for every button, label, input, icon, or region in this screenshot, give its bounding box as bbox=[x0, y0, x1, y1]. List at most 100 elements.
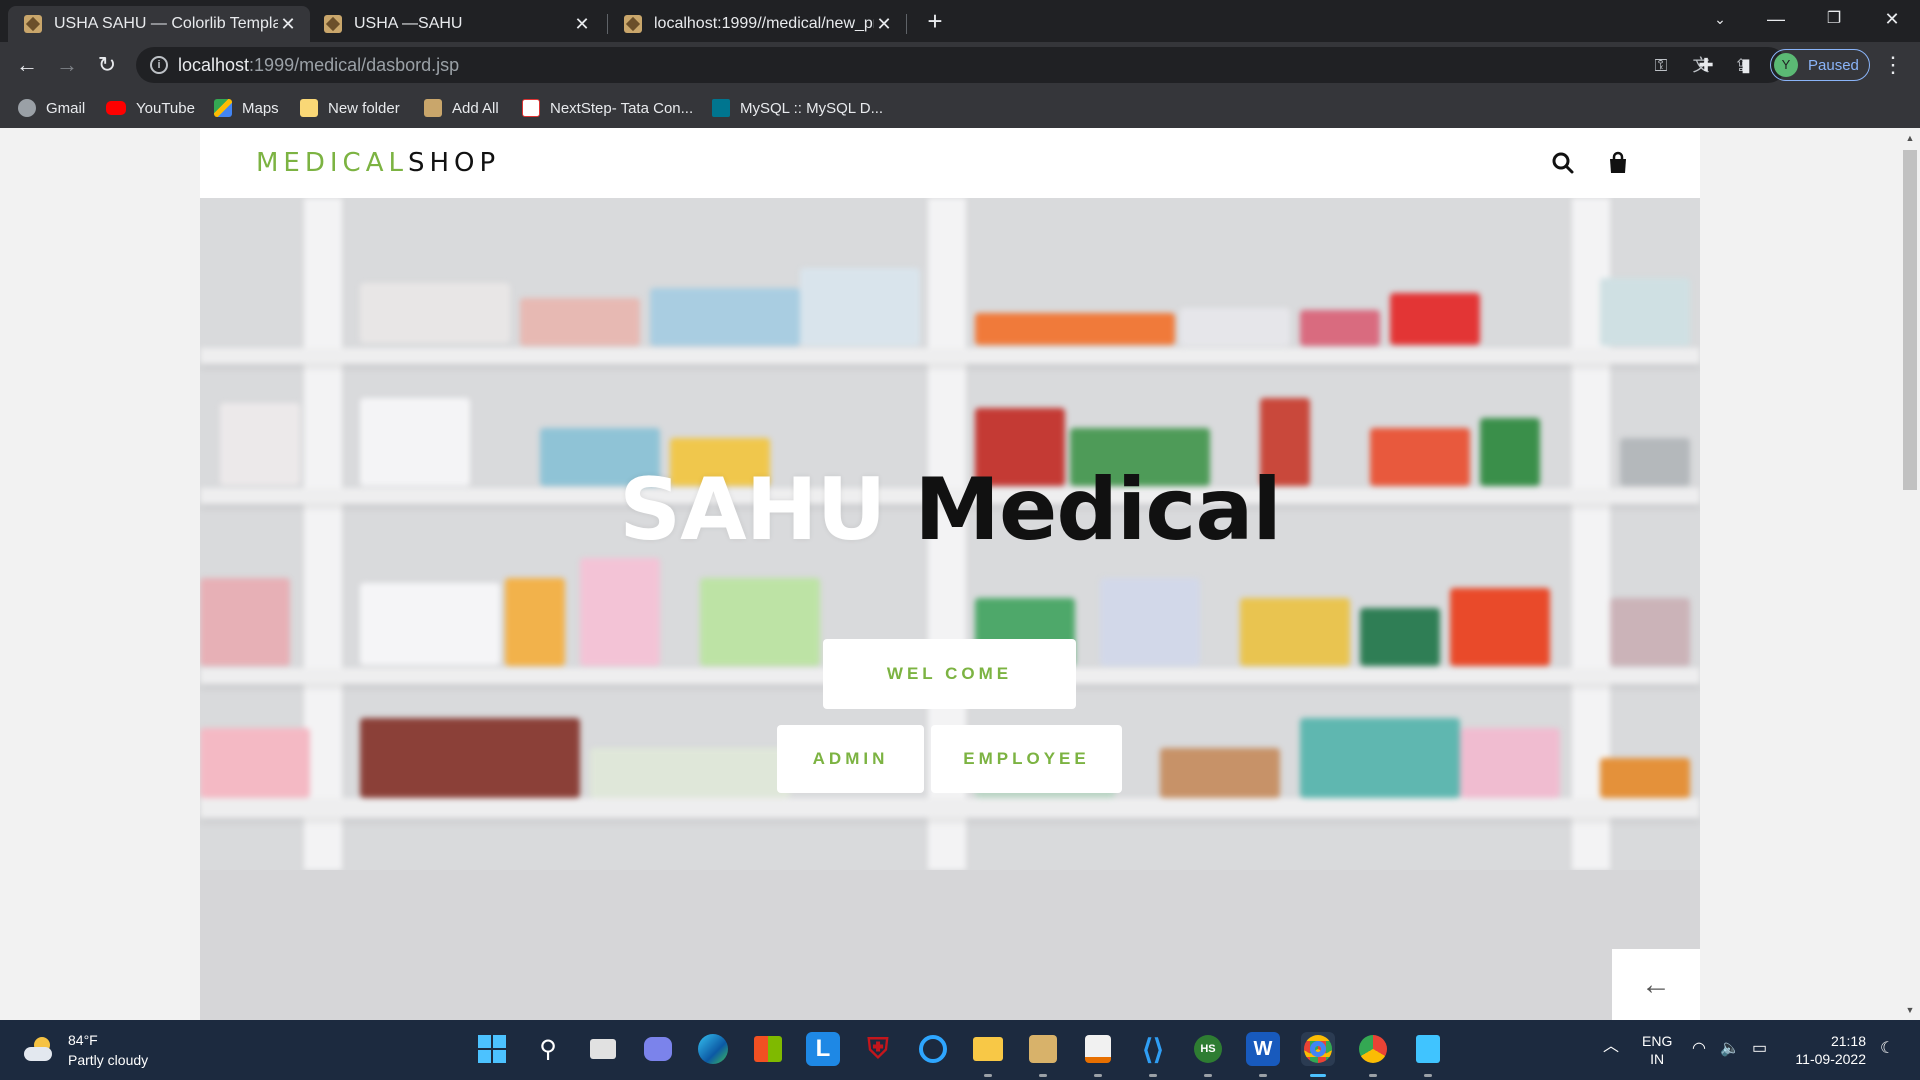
admin-button[interactable]: ADMIN bbox=[777, 725, 924, 793]
volume-icon[interactable]: 🔈 bbox=[1720, 1040, 1740, 1058]
tab-title: USHA SAHU — Colorlib Template bbox=[54, 15, 278, 32]
running-indicator bbox=[1149, 1074, 1157, 1077]
site-favicon-icon bbox=[24, 15, 42, 33]
side-panel-icon[interactable]: ▮ bbox=[1734, 53, 1758, 77]
globe-icon bbox=[18, 99, 36, 117]
back-icon[interactable]: ← bbox=[12, 50, 42, 80]
running-indicator bbox=[1204, 1074, 1212, 1077]
start-icon[interactable] bbox=[475, 1032, 509, 1066]
close-icon[interactable]: ✕ bbox=[572, 14, 592, 35]
tab-search-icon[interactable]: ⌄ bbox=[1692, 0, 1748, 40]
mysql-icon bbox=[712, 99, 730, 117]
bookmark-new-folder[interactable]: New folder bbox=[300, 96, 400, 120]
tab-separator bbox=[906, 14, 907, 34]
page-viewport: MEDICALSHOP SAHU Medical WEL COME ADMIN … bbox=[0, 128, 1900, 1020]
running-indicator bbox=[984, 1074, 992, 1077]
chat-icon[interactable] bbox=[641, 1032, 675, 1066]
site-header: MEDICALSHOP bbox=[200, 128, 1700, 198]
close-icon[interactable]: ✕ bbox=[278, 14, 298, 35]
bookmark-youtube[interactable]: YouTube bbox=[106, 96, 195, 120]
chrome-profile-icon[interactable] bbox=[1356, 1032, 1390, 1066]
site-favicon-icon bbox=[324, 15, 342, 33]
tab-strip: USHA SAHU — Colorlib Template ✕ USHA —SA… bbox=[0, 0, 1920, 42]
clock[interactable]: 21:18 11-09-2022 bbox=[1790, 1032, 1866, 1068]
weather-widget[interactable]: 84°F Partly cloudy bbox=[24, 1030, 148, 1070]
reload-icon[interactable]: ↻ bbox=[92, 50, 122, 80]
scroll-down-icon[interactable]: ▼ bbox=[1900, 1002, 1920, 1018]
cortana-icon[interactable] bbox=[916, 1032, 950, 1066]
profile-button[interactable]: Y Paused bbox=[1770, 49, 1870, 81]
partly-cloudy-icon bbox=[24, 1037, 54, 1063]
employee-button[interactable]: EMPLOYEE bbox=[931, 725, 1122, 793]
browser-menu-icon[interactable]: ⋮ bbox=[1880, 50, 1906, 80]
new-tab-button[interactable]: + bbox=[920, 6, 950, 36]
welcome-button[interactable]: WEL COME bbox=[823, 639, 1076, 709]
url-text[interactable]: localhost:1999/medical/dasbord.jsp bbox=[178, 55, 459, 76]
search-icon[interactable]: ⚲ bbox=[531, 1032, 565, 1066]
java-icon[interactable] bbox=[1081, 1032, 1115, 1066]
windows-taskbar: 84°F Partly cloudy ⚲ L ⛨ ⟨⟩ HS W ︿ ENG I… bbox=[0, 1020, 1920, 1080]
notepad-icon[interactable] bbox=[1411, 1032, 1445, 1066]
mcafee-icon[interactable]: ⛨ bbox=[861, 1032, 895, 1066]
running-indicator bbox=[1369, 1074, 1377, 1077]
task-view-icon[interactable] bbox=[586, 1032, 620, 1066]
password-key-icon[interactable]: ⚿ bbox=[1650, 55, 1672, 77]
scroll-up-icon[interactable]: ▲ bbox=[1900, 130, 1920, 146]
address-bar[interactable]: i localhost:1999/medical/dasbord.jsp ⚿ 文… bbox=[136, 47, 1789, 83]
bookmark-nextstep[interactable]: NextStep- Tata Con... bbox=[522, 96, 693, 120]
word-icon[interactable]: W bbox=[1246, 1032, 1280, 1066]
notifications-icon[interactable]: ☾ bbox=[1880, 1040, 1894, 1058]
site-container: MEDICALSHOP SAHU Medical WEL COME ADMIN … bbox=[200, 128, 1700, 1020]
counter-surface bbox=[200, 870, 1700, 1020]
running-indicator bbox=[1039, 1074, 1047, 1077]
extensions-icon[interactable]: ✚ bbox=[1694, 53, 1718, 77]
running-indicator bbox=[1259, 1074, 1267, 1077]
site-logo[interactable]: MEDICALSHOP bbox=[256, 148, 500, 178]
page-scrollbar[interactable]: ▲ ▼ bbox=[1900, 128, 1920, 1020]
youtube-icon bbox=[106, 101, 126, 115]
active-indicator bbox=[1310, 1074, 1326, 1077]
scrollbar-thumb[interactable] bbox=[1903, 150, 1917, 490]
bookmark-gmail[interactable]: Gmail bbox=[18, 96, 85, 120]
show-hidden-icons-icon[interactable]: ︿ bbox=[1603, 1038, 1619, 1056]
chrome-icon[interactable] bbox=[1301, 1032, 1335, 1066]
tab-usha-sahu[interactable]: USHA —SAHU ✕ bbox=[308, 6, 604, 42]
app-l-icon[interactable]: L bbox=[806, 1032, 840, 1066]
hs-app-icon[interactable]: HS bbox=[1191, 1032, 1225, 1066]
restore-icon[interactable]: ❐ bbox=[1806, 0, 1862, 40]
edge-icon[interactable] bbox=[696, 1032, 730, 1066]
bookmark-mysql[interactable]: MySQL :: MySQL D... bbox=[712, 96, 883, 120]
tab-title: localhost:1999//medical/new_pro bbox=[654, 15, 874, 32]
tab-title: USHA —SAHU bbox=[354, 15, 463, 32]
profile-status: Paused bbox=[1808, 56, 1859, 74]
running-indicator bbox=[1094, 1074, 1102, 1077]
close-icon[interactable]: ✕ bbox=[874, 14, 894, 35]
maps-icon bbox=[214, 99, 232, 117]
tab-usha-sahu-colorlib[interactable]: USHA SAHU — Colorlib Template ✕ bbox=[8, 6, 310, 42]
bookmarks-bar: Gmail YouTube Maps New folder Add All Ne… bbox=[0, 88, 1920, 128]
site-favicon-icon bbox=[624, 15, 642, 33]
site-favicon-icon bbox=[424, 99, 442, 117]
hero-banner: SAHU Medical WEL COME ADMIN EMPLOYEE bbox=[200, 198, 1700, 870]
vscode-icon[interactable]: ⟨⟩ bbox=[1136, 1032, 1170, 1066]
folder-icon bbox=[300, 99, 318, 117]
battery-icon[interactable]: ▭ bbox=[1752, 1040, 1767, 1058]
store-icon[interactable] bbox=[751, 1032, 785, 1066]
bookmark-maps[interactable]: Maps bbox=[214, 96, 279, 120]
window-close-icon[interactable]: ✕ bbox=[1864, 0, 1920, 40]
tab-localhost-new-product[interactable]: localhost:1999//medical/new_pro ✕ bbox=[608, 6, 906, 42]
file-explorer-icon[interactable] bbox=[971, 1032, 1005, 1066]
wifi-icon[interactable]: ◠ bbox=[1692, 1040, 1706, 1058]
shopping-bag-icon[interactable] bbox=[1605, 150, 1631, 176]
language-indicator[interactable]: ENG IN bbox=[1642, 1032, 1672, 1068]
tcs-icon bbox=[522, 99, 540, 117]
bookmark-add-all[interactable]: Add All bbox=[424, 96, 499, 120]
hero-title: SAHU Medical bbox=[619, 460, 1282, 560]
tomcat-icon[interactable] bbox=[1026, 1032, 1060, 1066]
site-info-icon[interactable]: i bbox=[150, 56, 168, 74]
weather-temp: 84°F bbox=[68, 1032, 98, 1048]
search-icon[interactable] bbox=[1550, 150, 1576, 176]
minimize-icon[interactable]: — bbox=[1748, 0, 1804, 40]
forward-icon[interactable]: → bbox=[52, 50, 82, 80]
back-arrow-button[interactable]: ← bbox=[1612, 949, 1700, 1020]
